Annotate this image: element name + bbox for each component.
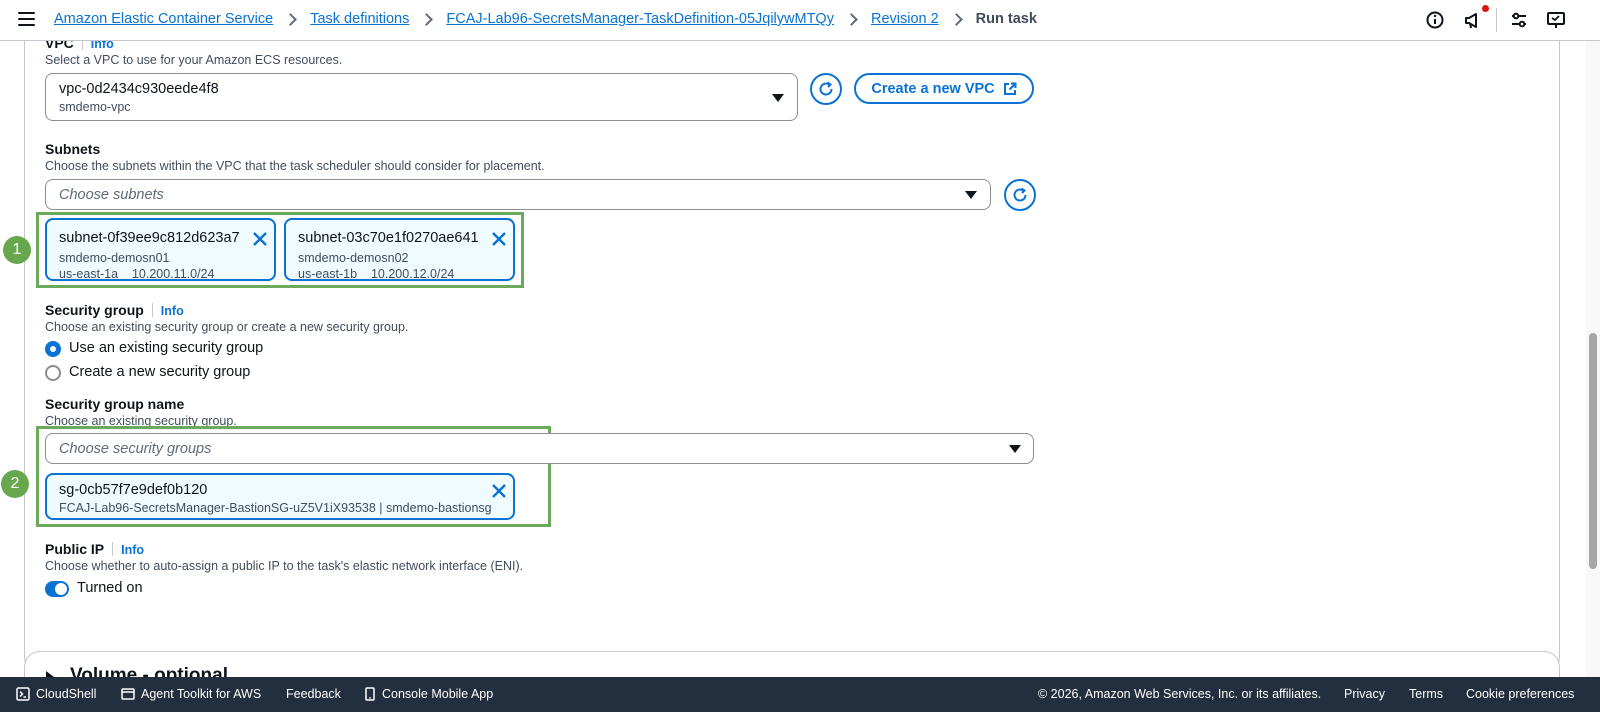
footer: CloudShell Agent Toolkit for AWS Feedbac… xyxy=(0,677,1600,712)
vpc-description: Select a VPC to use for your Amazon ECS … xyxy=(45,53,343,67)
step-badge-1: 1 xyxy=(3,236,31,264)
security-group-token: sg-0cb57f7e9def0b120 FCAJ-Lab96-SecretsM… xyxy=(45,473,515,520)
divider xyxy=(1496,8,1497,32)
remove-security-group-button[interactable] xyxy=(490,482,508,500)
create-vpc-button[interactable]: Create a new VPC xyxy=(854,73,1034,104)
radio-existing-security-group[interactable] xyxy=(45,341,61,357)
public-ip-info-link[interactable]: Info xyxy=(121,543,144,557)
security-group-description: Choose an existing security group or cre… xyxy=(45,320,409,334)
close-icon xyxy=(253,232,267,246)
chevron-right-icon xyxy=(845,12,858,26)
footer-mobile-app-label: Console Mobile App xyxy=(382,687,494,701)
subnets-label: Subnets xyxy=(45,141,101,157)
footer-agent-toolkit[interactable]: Agent Toolkit for AWS xyxy=(121,687,261,701)
close-icon xyxy=(492,232,506,246)
breadcrumb-revision[interactable]: Revision 2 xyxy=(871,11,939,27)
security-group-name-label: Security group name xyxy=(45,396,185,412)
menu-icon[interactable] xyxy=(18,12,35,27)
security-group-id: sg-0cb57f7e9def0b120 xyxy=(59,482,208,498)
subnet-name: smdemo-demosn01 xyxy=(59,251,170,265)
chevron-right-icon xyxy=(284,12,298,26)
notification-dot xyxy=(1482,5,1489,12)
subnet-id: subnet-03c70e1f0270ae641 xyxy=(298,230,479,246)
breadcrumb-task-definitions[interactable]: Task definitions xyxy=(310,11,409,27)
refresh-icon xyxy=(819,81,833,96)
toolkit-icon xyxy=(121,688,135,700)
vpc-refresh-button[interactable] xyxy=(810,73,842,105)
step-badge-2: 2 xyxy=(1,470,29,498)
subnet-az-cidr: us-east-1a 10.200.11.0/24 xyxy=(59,267,215,281)
info-icon[interactable] xyxy=(1425,10,1445,30)
breadcrumb-current: Run task xyxy=(975,11,1037,27)
subnets-select[interactable]: Choose subnets xyxy=(45,179,991,210)
volume-section-title[interactable]: Volume - optional xyxy=(70,665,228,677)
volume-section xyxy=(24,651,1560,677)
subnet-token: subnet-0f39ee9c812d623a7 smdemo-demosn01… xyxy=(45,218,276,281)
public-ip-toggle-label: Turned on xyxy=(77,580,143,596)
footer-cloudshell-label: CloudShell xyxy=(36,687,97,701)
footer-copyright: © 2026, Amazon Web Services, Inc. or its… xyxy=(1038,687,1322,701)
footer-mobile-app[interactable]: Console Mobile App xyxy=(364,687,493,701)
security-groups-select[interactable]: Choose security groups xyxy=(45,433,1034,464)
footer-terms[interactable]: Terms xyxy=(1409,687,1443,701)
vpc-value: vpc-0d2434c930eede4f8 xyxy=(59,81,219,97)
security-group-info-link[interactable]: Info xyxy=(161,304,184,318)
mobile-icon xyxy=(365,687,375,701)
footer-agent-toolkit-label: Agent Toolkit for AWS xyxy=(141,687,262,701)
subnet-id: subnet-0f39ee9c812d623a7 xyxy=(59,230,240,246)
vpc-label: VPC xyxy=(45,41,74,51)
footer-feedback-label: Feedback xyxy=(286,687,341,701)
footer-cookie-preferences[interactable]: Cookie preferences xyxy=(1466,687,1574,701)
top-navigation: Amazon Elastic Container Service Task de… xyxy=(0,0,1600,41)
chevron-right-icon xyxy=(420,12,434,26)
vpc-value-name: smdemo-vpc xyxy=(59,100,131,114)
security-group-label-row: Security group Info xyxy=(45,302,184,320)
public-ip-label: Public IP xyxy=(45,541,105,557)
footer-feedback[interactable]: Feedback xyxy=(286,687,341,701)
terminal-icon xyxy=(16,687,30,701)
security-group-label: Security group xyxy=(45,302,144,318)
radio-new-label[interactable]: Create a new security group xyxy=(69,364,250,380)
public-ip-toggle[interactable] xyxy=(45,581,69,597)
cloud-console-icon[interactable] xyxy=(1546,10,1566,30)
main-content: VPC Info Select a VPC to use for your Ama… xyxy=(0,41,1585,677)
caret-down-icon xyxy=(965,191,977,199)
breadcrumb: Amazon Elastic Container Service Task de… xyxy=(54,11,1037,27)
security-group-detail: FCAJ-Lab96-SecretsManager-BastionSG-uZ5V… xyxy=(59,501,492,515)
caret-down-icon xyxy=(772,94,784,102)
security-groups-placeholder: Choose security groups xyxy=(59,441,212,457)
scrollbar-thumb[interactable] xyxy=(1589,333,1597,569)
breadcrumb-task-definition[interactable]: FCAJ-Lab96-SecretsManager-TaskDefinition… xyxy=(446,11,834,27)
megaphone-icon[interactable] xyxy=(1463,10,1483,30)
vpc-label-row: VPC Info xyxy=(45,41,114,53)
radio-existing-label[interactable]: Use an existing security group xyxy=(69,340,263,356)
vpc-info-link[interactable]: Info xyxy=(91,41,114,51)
create-vpc-label: Create a new VPC xyxy=(871,80,995,97)
public-ip-description: Choose whether to auto-assign a public I… xyxy=(45,559,524,573)
chevron-right-icon xyxy=(949,12,963,26)
footer-privacy[interactable]: Privacy xyxy=(1344,687,1385,701)
subnet-name: smdemo-demosn02 xyxy=(298,251,409,265)
external-link-icon xyxy=(1003,82,1017,95)
refresh-icon xyxy=(1013,187,1027,202)
remove-subnet-button[interactable] xyxy=(251,230,269,248)
footer-cloudshell[interactable]: CloudShell xyxy=(16,687,96,701)
settings-sliders-icon[interactable] xyxy=(1509,10,1529,30)
public-ip-label-row: Public IP Info xyxy=(45,541,144,559)
caret-down-icon xyxy=(1009,445,1021,453)
close-icon xyxy=(492,484,506,498)
networking-container xyxy=(24,41,1560,673)
radio-new-security-group[interactable] xyxy=(45,365,61,381)
subnets-refresh-button[interactable] xyxy=(1004,179,1036,211)
subnets-placeholder: Choose subnets xyxy=(59,187,164,203)
remove-subnet-button[interactable] xyxy=(490,230,508,248)
breadcrumb-ecs[interactable]: Amazon Elastic Container Service xyxy=(54,11,273,27)
subnet-token: subnet-03c70e1f0270ae641 smdemo-demosn02… xyxy=(284,218,515,281)
vpc-select[interactable]: vpc-0d2434c930eede4f8 smdemo-vpc xyxy=(45,73,798,121)
subnet-az-cidr: us-east-1b 10.200.12.0/24 xyxy=(298,267,455,281)
subnets-description: Choose the subnets within the VPC that t… xyxy=(45,159,545,173)
